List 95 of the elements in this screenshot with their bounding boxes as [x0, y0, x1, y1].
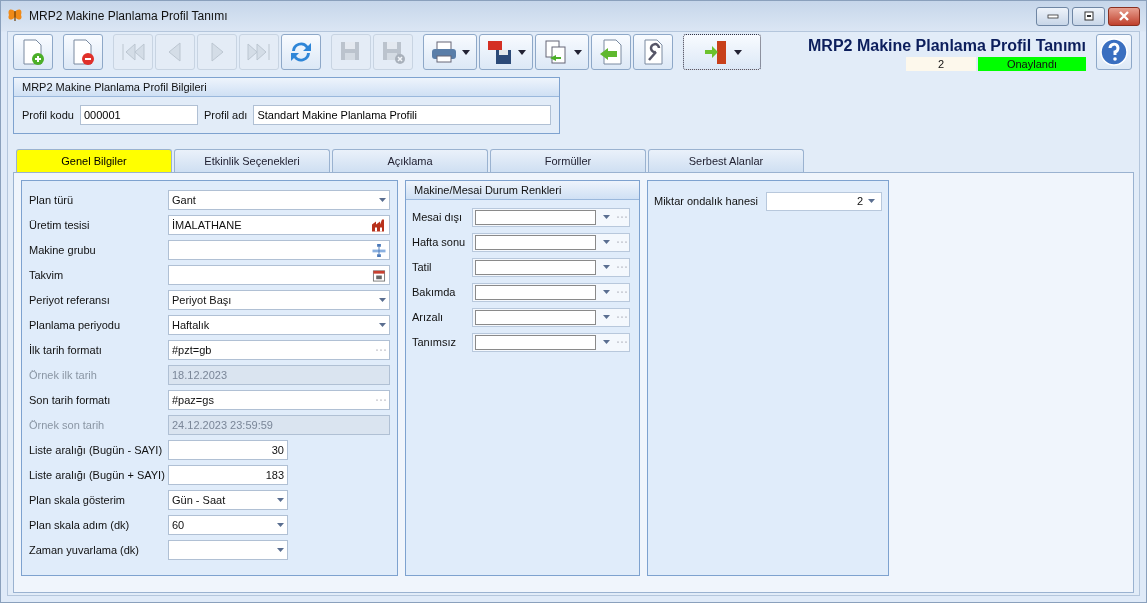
- printer-icon: [430, 38, 458, 66]
- field-label: Tatil: [412, 261, 433, 273]
- window-title: MRP2 Makine Planlama Profil Tanımı: [29, 9, 228, 23]
- tools-button[interactable]: [633, 34, 673, 70]
- field-label: Liste aralığı (Bugün - SAYI): [29, 444, 164, 456]
- dropdown-arrow-icon[interactable]: [603, 240, 610, 244]
- factory-icon[interactable]: [372, 218, 386, 232]
- close-button[interactable]: [1108, 6, 1140, 26]
- field-label: Profil kodu: [22, 109, 74, 121]
- input-field[interactable]: #pzt=gb: [168, 340, 390, 360]
- color-picker-field[interactable]: [472, 282, 630, 302]
- dropdown-field[interactable]: Gün - Saat: [168, 490, 288, 510]
- color-picker-field[interactable]: [472, 232, 630, 252]
- dropdown-arrow-icon[interactable]: [277, 498, 284, 502]
- minimize-button[interactable]: [1036, 6, 1069, 26]
- close-icon: [1118, 11, 1130, 21]
- field-label: Zaman yuvarlama (dk): [29, 544, 141, 556]
- field-label: Profil adı: [204, 109, 248, 121]
- caret-icon: [734, 49, 742, 55]
- field-label: Örnek ilk tarih: [29, 369, 98, 381]
- tab[interactable]: Açıklama: [332, 149, 488, 172]
- field-label: Mesai dışı: [412, 211, 464, 223]
- delete-button[interactable]: [63, 34, 103, 70]
- input-field[interactable]: İMALATHANE: [168, 215, 390, 235]
- tab[interactable]: Serbest Alanlar: [648, 149, 804, 172]
- field-label: Miktar ondalık hanesi: [654, 195, 759, 207]
- dropdown-arrow-icon[interactable]: [277, 523, 284, 527]
- field-label: Üretim tesisi: [29, 219, 91, 231]
- field-label: Hafta sonu: [412, 236, 467, 248]
- dropdown-arrow-icon[interactable]: [603, 290, 610, 294]
- input-field[interactable]: [168, 240, 390, 260]
- field-label: Plan skala adım (dk): [29, 519, 131, 531]
- help-icon: [1099, 37, 1129, 67]
- caret-icon: [462, 49, 470, 55]
- color-picker-field[interactable]: [472, 307, 630, 327]
- hierarchy-icon[interactable]: [372, 243, 386, 257]
- dropdown-field[interactable]: Gant: [168, 190, 390, 210]
- panel-header: MRP2 Makine Planlama Profil Bilgileri: [14, 78, 559, 97]
- dropdown-field[interactable]: Haftalık: [168, 315, 390, 335]
- calendar-icon[interactable]: [372, 268, 386, 282]
- input-field[interactable]: 183: [168, 465, 288, 485]
- field-label: Bakımda: [412, 286, 457, 298]
- refresh-button[interactable]: [281, 34, 321, 70]
- dropdown-arrow-icon[interactable]: [379, 298, 386, 302]
- field-label: Plan skala gösterim: [29, 494, 126, 506]
- caret-icon: [518, 49, 526, 55]
- status-badge: Onaylandı: [978, 57, 1086, 71]
- dropdown-arrow-icon[interactable]: [603, 315, 610, 319]
- dropdown-arrow-icon[interactable]: [379, 198, 386, 202]
- field-label: Plan türü: [29, 194, 75, 206]
- field-label: Liste aralığı (Bugün + SAYI): [29, 469, 166, 481]
- field-label: Takvim: [29, 269, 65, 281]
- field-label: Örnek son tarih: [29, 419, 106, 431]
- dropdown-field[interactable]: 2: [766, 191, 882, 211]
- pdf-button[interactable]: [479, 34, 533, 70]
- field-label: Tanımsız: [412, 336, 457, 348]
- caret-icon: [574, 49, 582, 55]
- help-button[interactable]: [1096, 34, 1132, 70]
- profile-code-field[interactable]: 000001: [80, 105, 198, 125]
- exit-button[interactable]: [683, 34, 761, 70]
- field-label: İlk tarih formatı: [29, 344, 103, 356]
- field-label: Makine grubu: [29, 244, 97, 256]
- tab[interactable]: Genel Bilgiler: [16, 149, 172, 172]
- profile-name-field[interactable]: Standart Makine Planlama Profili: [253, 105, 551, 125]
- dropdown-field[interactable]: 60: [168, 515, 288, 535]
- color-picker-field[interactable]: [472, 207, 630, 227]
- restore-icon: [1082, 11, 1095, 21]
- maximize-button[interactable]: [1072, 6, 1105, 26]
- input-field[interactable]: [168, 265, 390, 285]
- panel-header: Makine/Mesai Durum Renkleri: [406, 181, 639, 200]
- tab[interactable]: Formüller: [490, 149, 646, 172]
- dropdown-arrow-icon[interactable]: [277, 548, 284, 552]
- dropdown-field[interactable]: [168, 540, 288, 560]
- dropdown-arrow-icon[interactable]: [603, 340, 610, 344]
- input-field[interactable]: #paz=gs: [168, 390, 390, 410]
- dropdown-arrow-icon[interactable]: [603, 215, 610, 219]
- form-title: MRP2 Makine Planlama Profil Tanımı: [808, 37, 1086, 55]
- tab[interactable]: Etkinlik Seçenekleri: [174, 149, 330, 172]
- dropdown-arrow-icon[interactable]: [603, 265, 610, 269]
- field-label: Son tarih formatı: [29, 394, 112, 406]
- field-label: Planlama periyodu: [29, 319, 122, 331]
- new-button[interactable]: [13, 34, 53, 70]
- dropdown-field[interactable]: Periyot Başı: [168, 290, 390, 310]
- record-number: 2: [906, 57, 976, 71]
- minimize-icon: [1046, 13, 1059, 19]
- print-button[interactable]: [423, 34, 477, 70]
- field-label: Arızalı: [412, 311, 445, 323]
- field-label: Periyot referansı: [29, 294, 111, 306]
- input-field[interactable]: 30: [168, 440, 288, 460]
- pdf-save-icon: [486, 38, 514, 66]
- dropdown-arrow-icon[interactable]: [379, 323, 386, 327]
- butterfly-icon: [7, 8, 23, 24]
- color-picker-field[interactable]: [472, 257, 630, 277]
- dropdown-arrow-icon[interactable]: [868, 199, 875, 203]
- color-picker-field[interactable]: [472, 332, 630, 352]
